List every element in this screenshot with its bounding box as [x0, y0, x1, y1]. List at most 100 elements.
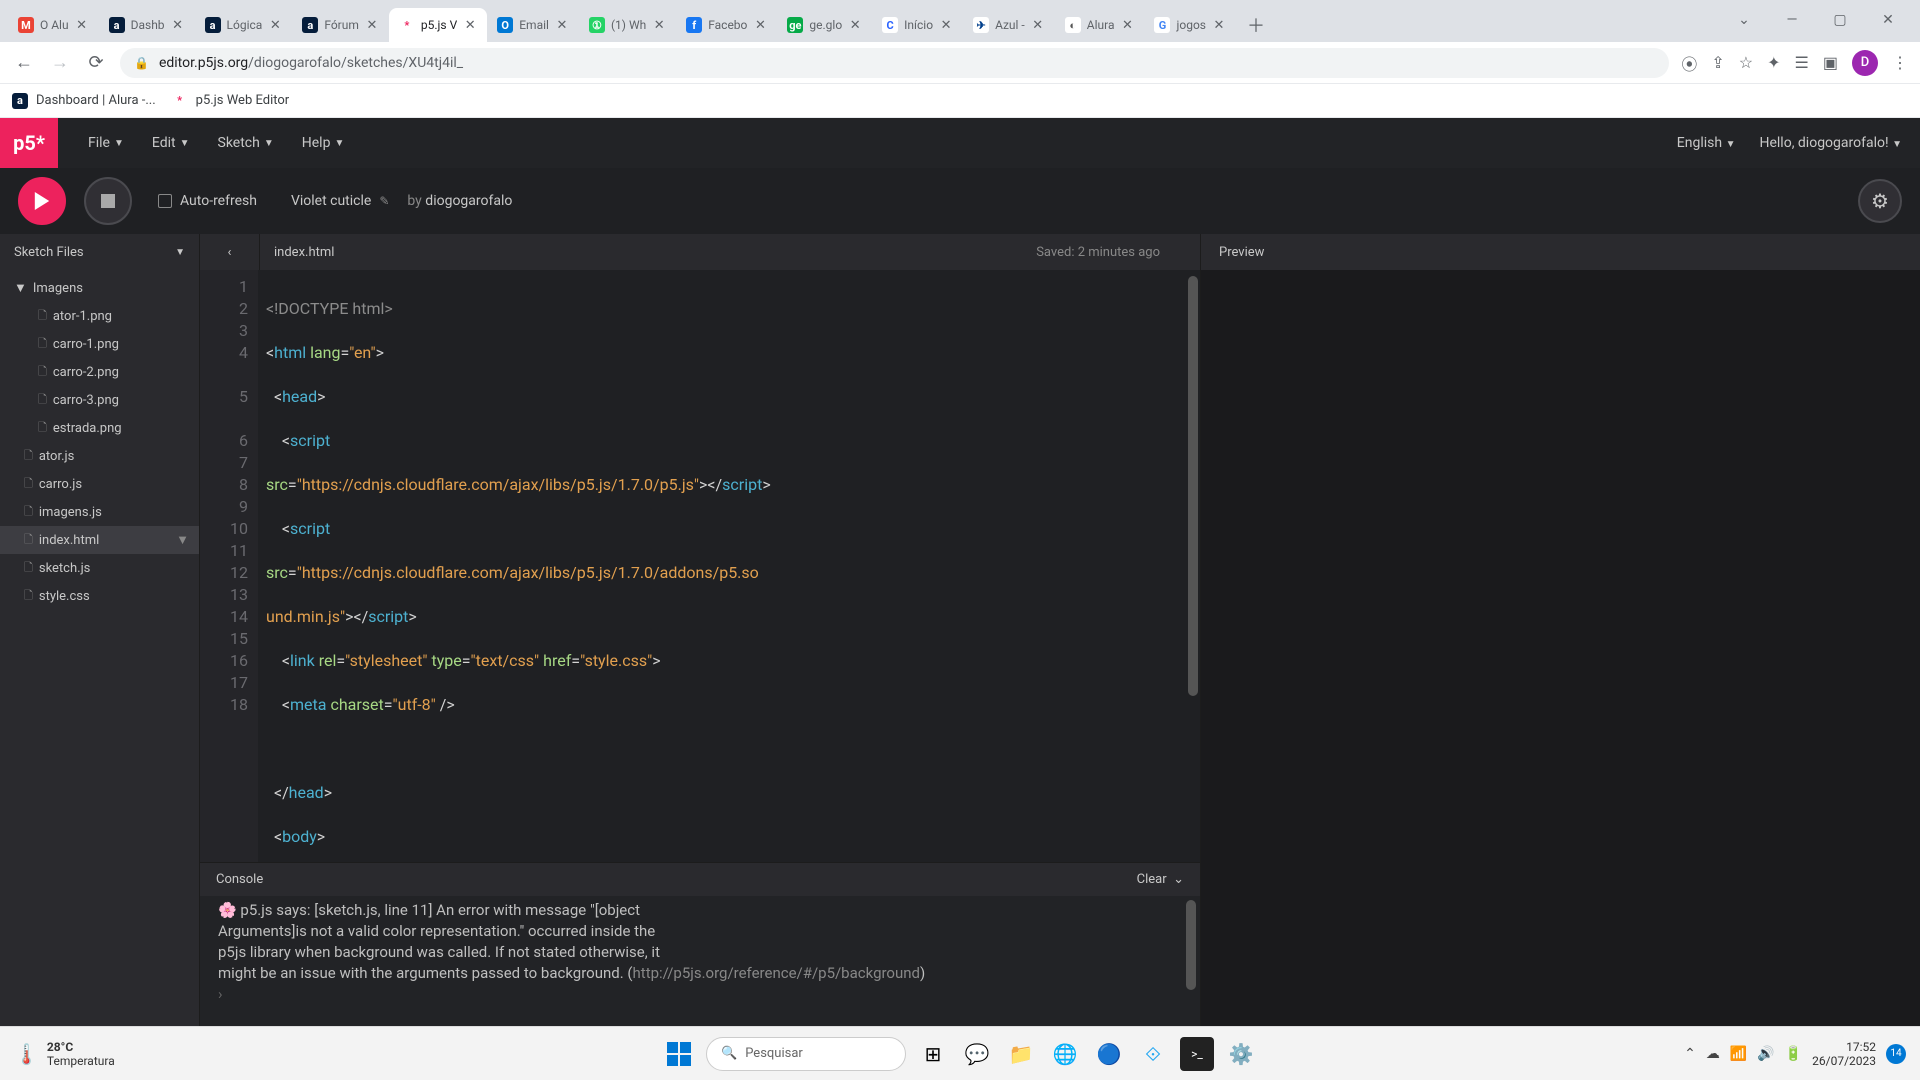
menu-file[interactable]: File ▼ [78, 129, 134, 157]
folder-imagens[interactable]: ▼ Imagens [0, 274, 199, 302]
settings-icon[interactable]: ⚙️ [1224, 1037, 1258, 1071]
file-tree-item[interactable]: 🗋 carro-2.png [0, 358, 199, 386]
notification-badge[interactable]: 14 [1886, 1044, 1906, 1064]
console-link[interactable]: http://p5js.org/reference/#/p5/backgroun… [633, 964, 920, 982]
tab-close-icon[interactable]: ✕ [75, 18, 89, 32]
browser-tab[interactable]: ①(1) Wh✕ [579, 8, 676, 42]
reload-icon[interactable]: ⟳ [84, 52, 108, 73]
tab-close-icon[interactable]: ✕ [365, 18, 379, 32]
browser-tab[interactable]: aLógica✕ [195, 8, 293, 42]
tab-close-icon[interactable]: ✕ [555, 18, 569, 32]
menu-edit[interactable]: Edit ▼ [142, 129, 200, 157]
browser-tab[interactable]: ✈Azul -✕ [963, 8, 1055, 42]
browser-tab[interactable]: aFórum✕ [292, 8, 389, 42]
browser-tab[interactable]: OEmail✕ [487, 8, 579, 42]
clock[interactable]: 17:52 26/07/2023 [1812, 1040, 1876, 1068]
file-icon: 🗋 [38, 363, 47, 382]
start-button[interactable] [662, 1037, 696, 1071]
language-selector[interactable]: English ▼ [1677, 135, 1736, 151]
maximize-icon[interactable]: ▢ [1822, 12, 1858, 28]
browser-tab[interactable]: Gjogos✕ [1144, 8, 1236, 42]
minimize-icon[interactable]: — [1774, 12, 1810, 28]
current-file-name: index.html [260, 245, 348, 260]
file-tree-item[interactable]: 🗋 style.css [0, 582, 199, 610]
collapse-sidebar-button[interactable]: ‹ [200, 234, 260, 270]
checkbox-icon[interactable] [158, 194, 172, 208]
file-tree-item[interactable]: 🗋 sketch.js [0, 554, 199, 582]
stop-button[interactable] [84, 177, 132, 225]
profile-avatar[interactable]: D [1852, 50, 1878, 76]
browser-tab[interactable]: aDashb✕ [99, 8, 195, 42]
sketch-name[interactable]: Violet cuticle [291, 193, 371, 209]
browser-tab[interactable]: MO Alu✕ [8, 8, 99, 42]
user-greeting[interactable]: Hello, diogogarofalo! ▼ [1759, 135, 1902, 151]
wifi-icon[interactable]: 📶 [1730, 1046, 1747, 1062]
code-content[interactable]: <!DOCTYPE html> <html lang="en"> <head> … [258, 270, 1200, 862]
side-panel-icon[interactable]: ▣ [1823, 53, 1838, 72]
settings-button[interactable]: ⚙ [1858, 179, 1902, 223]
auto-refresh-toggle[interactable]: Auto-refresh [158, 193, 257, 209]
bookmark-item[interactable]: aDashboard | Alura -... [12, 93, 156, 109]
url-input[interactable]: 🔒 editor.p5js.org/diogogarofalo/sketches… [120, 48, 1669, 78]
browser-tab[interactable]: fFacebo✕ [676, 8, 777, 42]
file-tree-item[interactable]: 🗋 carro.js [0, 470, 199, 498]
tab-close-icon[interactable]: ✕ [1212, 18, 1226, 32]
file-tree-item[interactable]: 🗋 estrada.png [0, 414, 199, 442]
tab-close-icon[interactable]: ✕ [1120, 18, 1134, 32]
file-tree-item[interactable]: 🗋 index.html▼ [0, 526, 199, 554]
menu-sketch[interactable]: Sketch ▼ [208, 129, 284, 157]
clear-console-button[interactable]: Clear ⌄ [1137, 872, 1184, 887]
volume-icon[interactable]: 🔊 [1757, 1046, 1774, 1062]
p5-logo[interactable]: p5* [0, 118, 58, 168]
console-output[interactable]: 🌸 p5.js says: [sketch.js, line 11] An er… [200, 896, 1200, 1026]
tab-close-icon[interactable]: ✕ [939, 18, 953, 32]
tab-close-icon[interactable]: ✕ [1031, 18, 1045, 32]
code-editor[interactable]: 123456789101112131415161718 <!DOCTYPE ht… [200, 270, 1200, 862]
weather-widget[interactable]: 🌡️ 28°C Temperatura [14, 1040, 115, 1068]
translate-icon[interactable]: ⦿ [1681, 51, 1697, 75]
explorer-icon[interactable]: 📁 [1004, 1037, 1038, 1071]
chrome-icon[interactable]: 🔵 [1092, 1037, 1126, 1071]
tab-close-icon[interactable]: ✕ [652, 18, 666, 32]
file-tree-item[interactable]: 🗋 carro-3.png [0, 386, 199, 414]
battery-icon[interactable]: 🔋 [1785, 1046, 1802, 1062]
terminal-icon[interactable]: >_ [1180, 1037, 1214, 1071]
console-scrollbar[interactable] [1186, 900, 1196, 990]
extensions-icon[interactable]: ✦ [1767, 53, 1780, 72]
file-tree-item[interactable]: 🗋 carro-1.png [0, 330, 199, 358]
menu-help[interactable]: Help ▼ [292, 129, 355, 157]
sketch-files-header[interactable]: Sketch Files▼ [0, 234, 200, 270]
tab-close-icon[interactable]: ✕ [171, 18, 185, 32]
tab-dropdown-icon[interactable]: ⌄ [1726, 12, 1762, 28]
chevron-down-icon[interactable]: ▼ [176, 532, 189, 548]
taskbar-search[interactable]: 🔍 Pesquisar [706, 1037, 906, 1071]
tab-close-icon[interactable]: ✕ [463, 18, 477, 32]
task-view-icon[interactable]: ⊞ [916, 1037, 950, 1071]
file-tree-item[interactable]: 🗋 imagens.js [0, 498, 199, 526]
chat-icon[interactable]: 💬 [960, 1037, 994, 1071]
bookmark-star-icon[interactable]: ☆ [1739, 53, 1753, 72]
tab-close-icon[interactable]: ✕ [753, 18, 767, 32]
close-icon[interactable]: ✕ [1870, 12, 1906, 28]
browser-tab[interactable]: gege.glo✕ [777, 8, 872, 42]
tab-close-icon[interactable]: ✕ [848, 18, 862, 32]
reading-list-icon[interactable]: ☰ [1795, 53, 1809, 72]
back-icon[interactable]: ← [12, 52, 36, 73]
browser-tab[interactable]: ◐Alura✕ [1055, 8, 1145, 42]
editor-scrollbar[interactable] [1188, 276, 1198, 696]
browser-tab[interactable]: *p5.js V✕ [389, 8, 487, 42]
onedrive-icon[interactable]: ☁ [1706, 1046, 1720, 1062]
browser-tab[interactable]: CInício✕ [872, 8, 963, 42]
file-tree-item[interactable]: 🗋 ator.js [0, 442, 199, 470]
kebab-menu-icon[interactable]: ⋮ [1892, 53, 1908, 72]
pencil-icon[interactable]: ✎ [379, 194, 389, 208]
play-button[interactable] [18, 177, 66, 225]
share-icon[interactable]: ⇪ [1711, 53, 1724, 72]
bookmark-item[interactable]: *p5.js Web Editor [172, 93, 290, 109]
tab-close-icon[interactable]: ✕ [268, 18, 282, 32]
file-tree-item[interactable]: 🗋 ator-1.png [0, 302, 199, 330]
edge-icon[interactable]: 🌐 [1048, 1037, 1082, 1071]
new-tab-button[interactable]: ＋ [1242, 11, 1270, 39]
vscode-icon[interactable]: ⟐ [1136, 1037, 1170, 1071]
tray-chevron-icon[interactable]: ⌃ [1684, 1046, 1696, 1062]
